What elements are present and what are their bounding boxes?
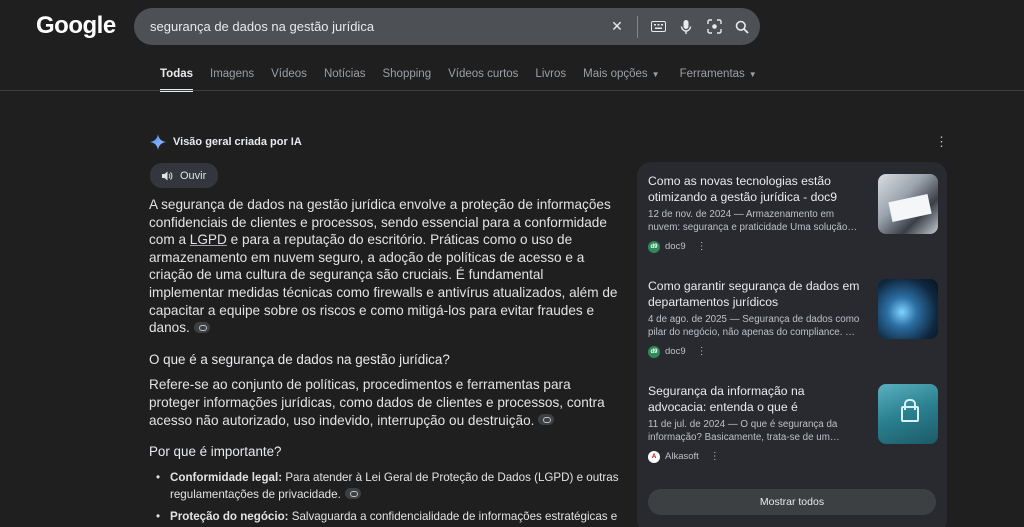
google-logo[interactable]: Google [36,12,116,40]
bullet-bold: Proteção do negócio: [170,509,289,523]
link-icon[interactable] [538,414,555,426]
list-item: Conformidade legal: Para atender à Lei G… [149,469,619,503]
sparkle-icon [150,134,166,150]
intro-text-b: e para a reputação do escritório. Prátic… [149,232,618,336]
tab-imagens[interactable]: Imagens [210,68,254,92]
caret-down-icon: ▼ [651,70,660,79]
lens-camera-icon[interactable] [706,19,722,35]
tab-videos-curtos[interactable]: Vídeos curtos [448,68,518,92]
caret-down-icon: ▼ [748,70,757,79]
source-site: doc9 [665,241,686,253]
source-site: doc9 [665,346,686,358]
bullet-bold: Conformidade legal: [170,470,283,484]
tab-livros[interactable]: Livros [535,68,566,92]
listen-label: Ouvir [180,169,207,182]
source-thumbnail[interactable] [878,384,938,444]
lgpd-link[interactable]: LGPD [190,232,227,247]
source-options-icon[interactable]: ⋮ [697,346,707,357]
intro-paragraph: A segurança de dados na gestão jurídica … [149,196,619,337]
answer-text-1: Refere-se ao conjunto de políticas, proc… [149,377,605,428]
source-meta: A Alkasoft ⋮ [648,450,938,463]
source-snippet: 4 de ago. de 2025 — Segurança de dados c… [648,314,860,338]
search-icon[interactable] [734,19,750,35]
source-title[interactable]: Como garantir segurança de dados em depa… [648,279,866,310]
list-item: Proteção do negócio: Salvaguarda a confi… [149,508,619,527]
sources-panel: Como as novas tecnologias estão otimizan… [637,162,947,527]
source-meta: d9 doc9 ⋮ [648,240,938,253]
source-site: Alkasoft [665,451,699,463]
search-tabs: Todas Imagens Vídeos Notícias Shopping V… [160,68,774,92]
alkasoft-favicon-icon: A [648,450,660,463]
clear-icon[interactable]: ✕ [609,18,625,35]
source-thumbnail[interactable] [878,279,938,339]
speaker-icon [162,171,173,180]
doc9-favicon-icon: d9 [648,345,660,358]
source-thumbnail[interactable] [878,174,938,234]
source-meta: d9 doc9 ⋮ [648,345,938,358]
source-card[interactable]: Como as novas tecnologias estão otimizan… [648,174,938,253]
source-snippet: 11 de jul. de 2024 — O que é segurança d… [648,419,840,443]
source-title[interactable]: Segurança da informação na advocacia: en… [648,384,866,415]
microphone-icon[interactable] [678,19,694,35]
tab-shopping[interactable]: Shopping [382,68,431,92]
more-options-icon[interactable]: ⋮ [935,135,948,148]
search-divider [637,15,638,38]
source-card[interactable]: Como garantir segurança de dados em depa… [648,279,938,358]
ai-overview-header: Visão geral criada por IA [150,134,302,150]
link-icon[interactable] [193,322,210,334]
tab-noticias[interactable]: Notícias [324,68,366,92]
header-divider [0,90,1024,91]
search-bar[interactable]: ✕ [134,8,760,45]
ai-overview-title: Visão geral criada por IA [173,136,302,148]
tab-mais-opcoes-label: Mais opções [583,68,648,80]
ai-overview-body: A segurança de dados na gestão jurídica … [149,196,619,527]
tab-mais-opcoes[interactable]: Mais opções ▼ [583,68,659,92]
doc9-favicon-icon: d9 [648,240,660,253]
keyboard-icon[interactable] [650,19,666,35]
source-options-icon[interactable]: ⋮ [710,451,720,462]
source-title[interactable]: Como as novas tecnologias estão otimizan… [648,174,866,205]
tab-todas[interactable]: Todas [160,68,194,92]
listen-button[interactable]: Ouvir [150,163,219,188]
tab-ferramentas[interactable]: Ferramentas ▼ [680,68,757,92]
source-options-icon[interactable]: ⋮ [697,241,707,252]
source-snippet: 12 de nov. de 2024 — Armazenamento em nu… [648,209,858,233]
show-all-button[interactable]: Mostrar todos [648,489,936,515]
answer-paragraph-1: Refere-se ao conjunto de políticas, proc… [149,376,619,429]
source-card[interactable]: Segurança da informação na advocacia: en… [648,384,938,463]
link-icon[interactable] [344,488,361,500]
question-heading-1: O que é a segurança de dados na gestão j… [149,351,450,367]
importance-list: Conformidade legal: Para atender à Lei G… [149,469,619,527]
question-heading-2: Por que é importante? [149,444,282,460]
search-input[interactable] [150,19,590,34]
tab-ferramentas-label: Ferramentas [679,68,745,80]
tab-videos[interactable]: Vídeos [271,68,307,92]
